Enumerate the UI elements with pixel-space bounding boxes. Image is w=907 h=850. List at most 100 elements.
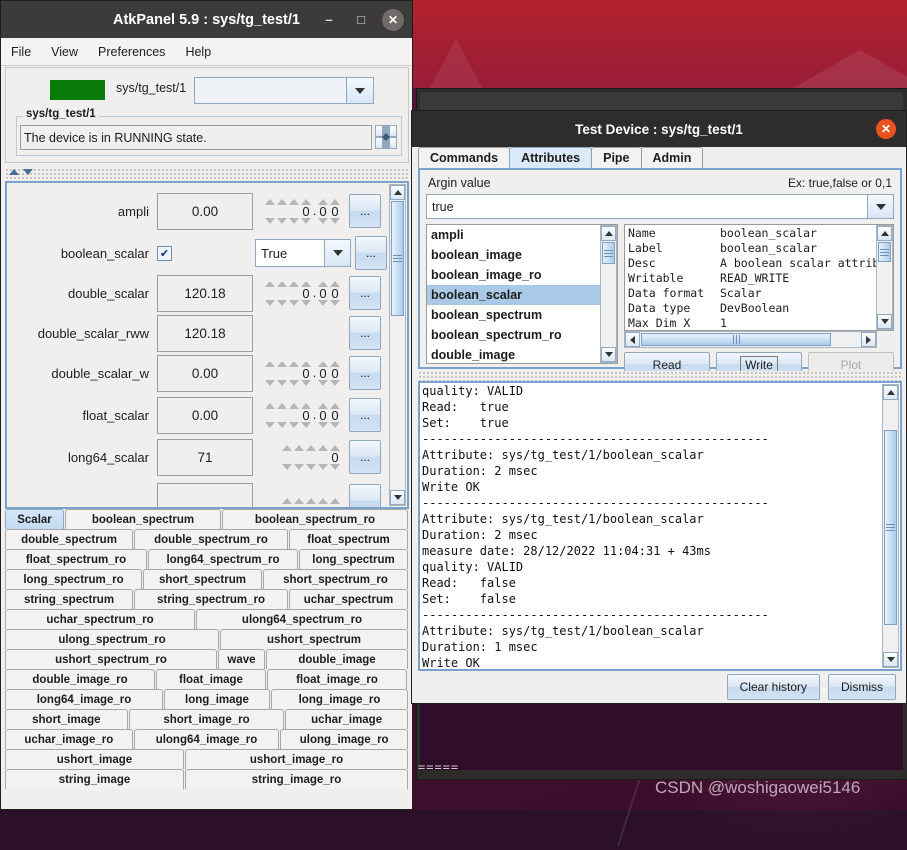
dialog-tab-commands[interactable]: Commands — [418, 147, 511, 168]
attribute-value-field[interactable]: 120.18 — [157, 314, 253, 352]
attribute-more-button[interactable]: ... — [349, 276, 381, 310]
attribute-more-button[interactable]: ... — [349, 398, 381, 432]
attribute-bool-combo[interactable]: True — [255, 239, 351, 267]
spinner-digit[interactable] — [288, 402, 300, 428]
attribute-value-field[interactable]: 0.00 — [157, 396, 253, 434]
tab-ushort-image[interactable]: ushort_image — [5, 749, 184, 769]
attribute-digit-spinner[interactable] — [253, 481, 345, 507]
tab-short-spectrum-ro[interactable]: short_spectrum_ro — [263, 569, 408, 589]
spinner-digit[interactable]: 0 — [300, 402, 312, 428]
scroll-up-icon[interactable] — [390, 185, 405, 200]
tab-double-image-ro[interactable]: double_image_ro — [5, 669, 155, 689]
spinner-digit[interactable] — [276, 360, 288, 386]
spinner-digit[interactable] — [264, 198, 276, 224]
spinner-digit[interactable] — [293, 498, 305, 504]
menu-item-view[interactable]: View — [51, 45, 78, 59]
menu-item-file[interactable]: File — [11, 45, 31, 59]
spinner-digit[interactable] — [288, 360, 300, 386]
attribute-list-item[interactable]: boolean_scalar — [427, 285, 600, 305]
device-combo[interactable] — [194, 77, 374, 104]
attrlist-scroll-down-icon[interactable] — [601, 347, 616, 362]
scrollbar-thumb[interactable] — [391, 201, 404, 316]
clear-history-button[interactable]: Clear history — [726, 674, 820, 700]
attribute-more-button[interactable]: ... — [349, 194, 381, 228]
tab-uchar-image[interactable]: uchar_image — [285, 709, 408, 729]
spinner-digit[interactable]: 0 — [329, 198, 341, 224]
tab-long64-spectrum-ro[interactable]: long64_spectrum_ro — [148, 549, 298, 569]
spinner-digit[interactable] — [281, 444, 293, 470]
tab-ushort-spectrum[interactable]: ushort_spectrum — [220, 629, 408, 649]
tab-short-image[interactable]: short_image — [5, 709, 128, 729]
attribute-list-scrollbar[interactable] — [600, 225, 617, 363]
tab-string-image[interactable]: string_image — [5, 769, 184, 789]
tab-ushort-spectrum-ro[interactable]: ushort_spectrum_ro — [5, 649, 217, 669]
dialog-tab-attributes[interactable]: Attributes — [509, 147, 593, 168]
attribute-digit-spinner[interactable]: 0 — [253, 437, 345, 477]
attribute-value-field[interactable]: 0.00 — [157, 354, 253, 392]
spinner-digit[interactable]: 0 — [300, 360, 312, 386]
tab-ulong-spectrum-ro[interactable]: ulong_spectrum_ro — [5, 629, 219, 649]
dismiss-button[interactable]: Dismiss — [828, 674, 896, 700]
chevron-down-icon[interactable] — [346, 78, 373, 103]
tab-ushort-image-ro[interactable]: ushort_image_ro — [185, 749, 408, 769]
attribute-digit-spinner[interactable]: 0.00 — [253, 353, 345, 393]
divider-collapse-down-icon[interactable] — [23, 169, 33, 175]
tab-ulong64-spectrum-ro[interactable]: ulong64_spectrum_ro — [196, 609, 408, 629]
spinner-digit[interactable] — [317, 498, 329, 504]
spinner-digit[interactable]: 0 — [329, 360, 341, 386]
tab-string-spectrum-ro[interactable]: string_spectrum_ro — [134, 589, 288, 609]
spinner-digit[interactable] — [329, 498, 341, 504]
spinner-digit[interactable] — [293, 444, 305, 470]
argin-chevron-down-icon[interactable] — [867, 195, 893, 218]
spinner-digit[interactable]: 0 — [317, 402, 329, 428]
chevron-down-icon[interactable] — [324, 240, 350, 266]
spinner-digit[interactable] — [276, 198, 288, 224]
tab-wave[interactable]: wave — [218, 649, 265, 669]
attribute-list-item[interactable]: boolean_spectrum_ro — [427, 325, 600, 345]
spinner-digit[interactable] — [281, 498, 293, 504]
spinner-digit[interactable] — [276, 280, 288, 306]
log-scroll-up-icon[interactable] — [883, 385, 898, 400]
tab-short-spectrum[interactable]: short_spectrum — [143, 569, 262, 589]
spinner-digit[interactable] — [288, 280, 300, 306]
tab-ulong-image-ro[interactable]: ulong_image_ro — [280, 729, 409, 749]
tab-float-image[interactable]: float_image — [156, 669, 266, 689]
attribute-digit-spinner[interactable]: 0.00 — [253, 191, 345, 231]
attribute-more-button[interactable]: ... — [355, 236, 387, 270]
prop-scroll-right-icon[interactable] — [861, 332, 876, 347]
spinner-digit[interactable] — [264, 360, 276, 386]
spinner-digit[interactable]: 0 — [329, 402, 341, 428]
attrlist-scrollbar-thumb[interactable] — [602, 242, 615, 264]
tab-boolean-spectrum[interactable]: boolean_spectrum — [65, 509, 221, 529]
tab-long-image-ro[interactable]: long_image_ro — [271, 689, 408, 709]
atkpanel-titlebar[interactable]: AtkPanel 5.9 : sys/tg_test/1 – □ ✕ — [1, 1, 412, 38]
attribute-list-item[interactable]: ampli — [427, 225, 600, 245]
tab-uchar-spectrum-ro[interactable]: uchar_spectrum_ro — [5, 609, 195, 629]
attribute-value-field[interactable]: 71 — [157, 438, 253, 476]
attribute-list-item[interactable]: double_image — [427, 345, 600, 363]
spinner-digit[interactable]: 0 — [317, 198, 329, 224]
spinner-digit[interactable] — [305, 444, 317, 470]
background-window-titlebar[interactable] — [420, 92, 903, 204]
attribute-vertical-scrollbar[interactable] — [389, 184, 406, 506]
tab-double-image[interactable]: double_image — [266, 649, 408, 669]
tab-uchar-spectrum[interactable]: uchar_spectrum — [289, 589, 408, 609]
tab-ulong64-image-ro[interactable]: ulong64_image_ro — [133, 729, 280, 749]
attribute-list-item[interactable]: boolean_image — [427, 245, 600, 265]
tab-scalar[interactable]: Scalar — [5, 509, 64, 529]
attribute-list-item[interactable]: boolean_image_ro — [427, 265, 600, 285]
tab-float-spectrum[interactable]: float_spectrum — [289, 529, 408, 549]
attribute-more-button[interactable]: ... — [349, 440, 381, 474]
prop-scroll-down-icon[interactable] — [877, 314, 892, 329]
tab-uchar-image-ro[interactable]: uchar_image_ro — [5, 729, 133, 749]
spinner-digit[interactable]: 0 — [317, 280, 329, 306]
spinner-digit[interactable] — [305, 498, 317, 504]
log-scrollbar-thumb[interactable] — [884, 430, 897, 625]
tab-float-image-ro[interactable]: float_image_ro — [267, 669, 407, 689]
spinner-digit[interactable] — [317, 444, 329, 470]
attribute-digit-spinner[interactable]: 0.00 — [253, 395, 345, 435]
attribute-digit-spinner[interactable]: 0.00 — [253, 273, 345, 313]
attribute-more-button[interactable]: ... — [349, 316, 381, 350]
dialog-tab-admin[interactable]: Admin — [640, 147, 704, 168]
status-spinner-down[interactable] — [375, 137, 397, 149]
